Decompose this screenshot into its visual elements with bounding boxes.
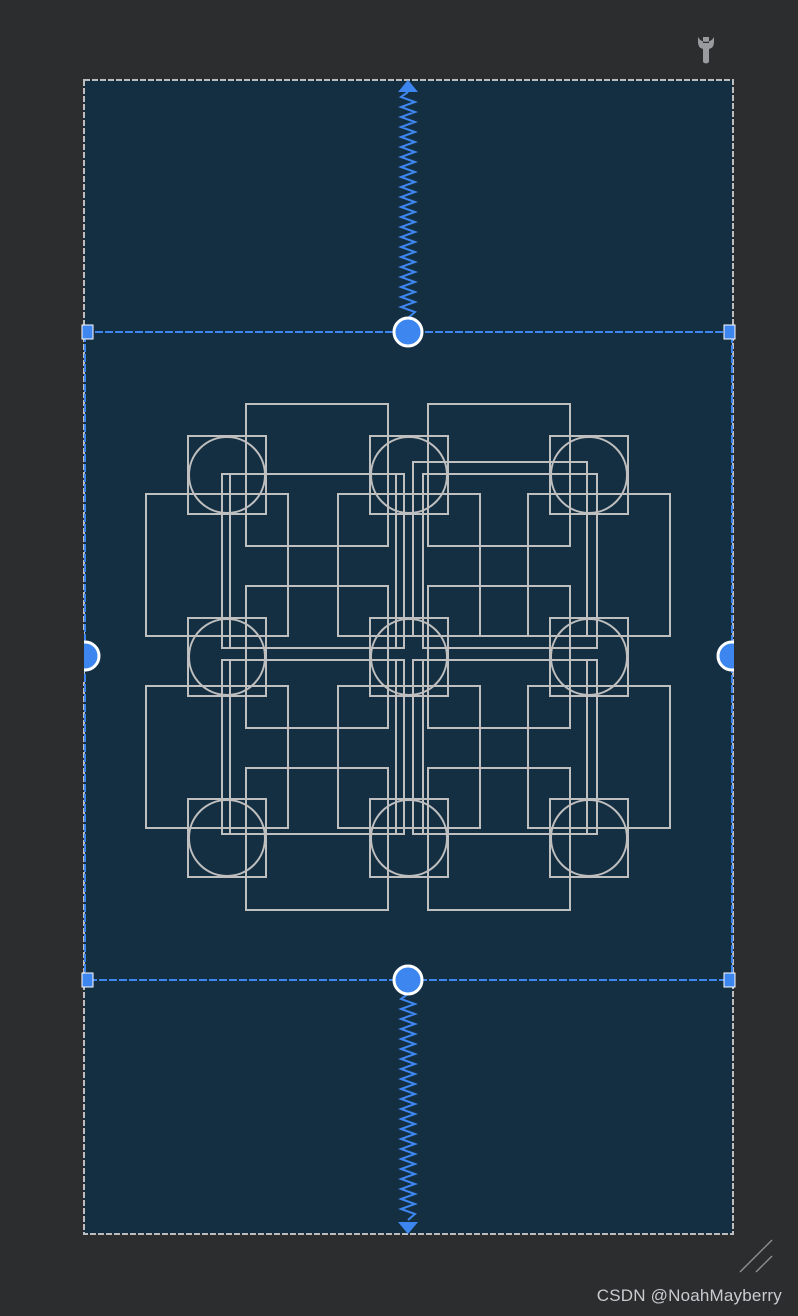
canvas-resize-grip[interactable] (736, 1236, 776, 1276)
layout-editor-canvas: CSDN @NoahMayberry (0, 0, 798, 1316)
resize-handle-bottom-right[interactable] (723, 972, 736, 988)
resize-handle-top-right[interactable] (723, 324, 736, 340)
bottom-anchor-handle[interactable] (392, 964, 424, 996)
watermark-text: CSDN @NoahMayberry (596, 1286, 782, 1305)
top-anchor-handle[interactable] (392, 316, 424, 348)
resize-handle-bottom-left[interactable] (81, 972, 94, 988)
resize-handle-top-left[interactable] (81, 324, 94, 340)
blueprint-canvas (0, 79, 798, 1235)
